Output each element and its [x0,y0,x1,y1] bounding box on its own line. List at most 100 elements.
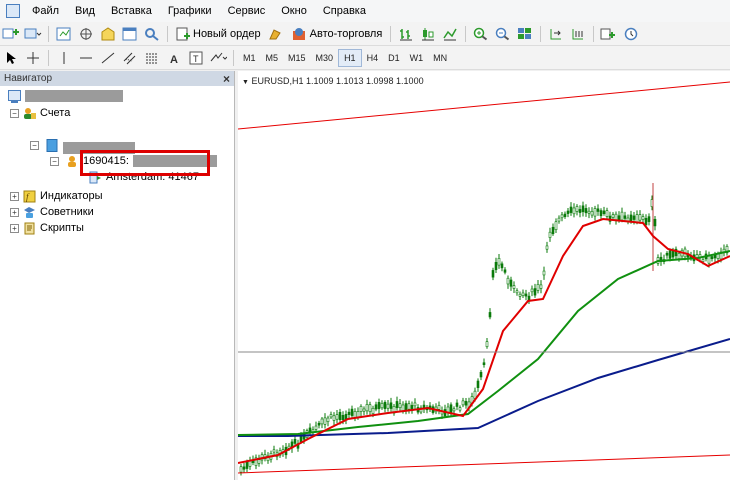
candlestick-icon[interactable] [418,24,438,44]
channel-upper-line [238,81,730,130]
text-label-icon[interactable]: T [186,48,206,68]
periodicity-icon[interactable] [621,24,641,44]
advisors-expander[interactable]: + [10,208,19,217]
candle-body [632,215,636,220]
menu-window[interactable]: Окно [273,5,315,17]
candle-body [521,292,525,296]
line-chart-icon[interactable] [440,24,460,44]
candle-body [590,211,594,216]
candle-body [596,208,600,212]
tree-item-indicators[interactable]: f Индикаторы [23,188,103,204]
zoom-out-icon[interactable] [493,24,513,44]
menu-charts[interactable]: Графики [160,5,220,17]
candle-body [611,214,615,218]
candle-body [614,213,618,221]
navigator-close-button[interactable]: × [223,72,230,86]
menu-tools[interactable]: Сервис [220,5,274,17]
candle-body [584,208,588,214]
indicators-list-icon[interactable] [599,24,619,44]
candle-body [350,408,354,416]
timeframe-mn[interactable]: MN [428,49,452,67]
data-window-icon[interactable] [76,24,96,44]
candle-body [677,253,681,259]
candle-body [347,411,351,415]
tree-item-accounts[interactable]: Счета [23,105,70,121]
accounts-expander[interactable]: − [10,109,19,118]
candle-body [503,269,507,273]
fibonacci-icon[interactable] [142,48,162,68]
chart-shift-icon[interactable] [546,24,566,44]
menu-help[interactable]: Справка [315,5,374,17]
auto-trading-button[interactable]: Авто-торговля [287,27,387,41]
separator [48,49,49,66]
text-icon[interactable]: A [164,48,184,68]
chart-dropdown-icon[interactable]: ▼ [242,79,249,86]
candle-body [374,404,378,410]
candle-body [479,371,483,378]
candle-body [668,250,672,259]
candle-body [569,206,573,213]
strategy-tester-icon[interactable] [142,24,162,44]
autoscroll-icon[interactable] [568,24,588,44]
new-chart-icon[interactable] [1,24,21,44]
timeframe-h4[interactable]: H4 [362,49,384,67]
candle-body [293,438,297,444]
timeframe-d1[interactable]: D1 [383,49,405,67]
broker-expander[interactable]: − [30,141,39,150]
tree-item-scripts[interactable]: Скрипты [23,220,84,236]
new-order-button[interactable]: Новый ордер [172,27,265,41]
tree-item-advisors[interactable]: Советники [23,204,94,220]
scripts-expander[interactable]: + [10,224,19,233]
candle-body [605,210,609,217]
crosshair-icon[interactable] [23,48,43,68]
tree-root[interactable] [8,88,123,104]
candle-body [524,293,528,297]
bar-chart-icon[interactable] [396,24,416,44]
arrows-icon[interactable] [208,48,228,68]
candle-body [542,270,546,276]
candle-body [323,417,327,425]
price-chart[interactable] [238,71,730,480]
timeframe-m5[interactable]: M5 [261,49,284,67]
timeframe-m15[interactable]: M15 [283,49,311,67]
navigator-icon[interactable] [98,24,118,44]
timeframe-w1[interactable]: W1 [405,49,429,67]
metaeditor-icon[interactable] [266,24,286,44]
trendline-icon[interactable] [98,48,118,68]
horizontal-line-icon[interactable] [76,48,96,68]
tile-windows-icon[interactable] [515,24,535,44]
market-watch-icon[interactable] [54,24,74,44]
account-expander[interactable]: − [50,157,59,166]
menu-view[interactable]: Вид [67,5,103,17]
candle-body [395,401,399,409]
candle-body [647,216,651,222]
candle-body [320,418,324,425]
scripts-label: Скрипты [40,222,84,234]
menu-file[interactable]: Файл [24,5,67,17]
candle-body [455,402,459,407]
menu-insert[interactable]: Вставка [103,5,160,17]
candle-body [545,245,549,250]
timeframe-m30[interactable]: M30 [311,49,339,67]
vertical-line-icon[interactable] [54,48,74,68]
indicators-expander[interactable]: + [10,192,19,201]
candle-body [506,277,510,285]
fast-moving-average [238,217,730,464]
timeframe-h1[interactable]: H1 [338,48,362,67]
menu-bar: Файл Вид Вставка Графики Сервис Окно Спр… [0,0,730,22]
terminal-icon[interactable] [120,24,140,44]
zoom-in-icon[interactable] [471,24,491,44]
candle-body [482,362,486,366]
account-icon [66,155,79,168]
candle-body [353,411,357,419]
profiles-icon[interactable] [23,24,43,44]
chart-symbol-info: EURUSD,H1 1.1009 1.1013 1.0998 1.1000 [251,76,424,86]
separator [233,49,234,66]
cursor-icon[interactable] [1,48,21,68]
candle-body [581,205,585,213]
candle-body [644,217,648,226]
timeframe-m1[interactable]: M1 [238,49,261,67]
equidistant-channel-icon[interactable] [120,48,140,68]
candle-body [332,415,336,421]
candle-body [305,430,309,438]
